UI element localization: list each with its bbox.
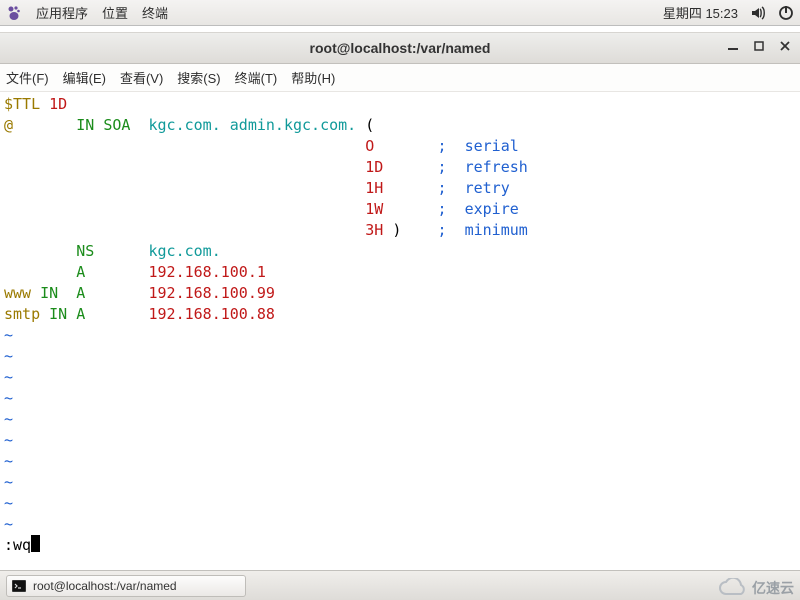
paren-open: (: [365, 116, 374, 134]
origin: @: [4, 116, 13, 134]
vim-tilde: ~: [4, 389, 13, 407]
soa-serial-comment: serial: [465, 137, 519, 155]
soa-serial: O: [365, 137, 374, 155]
menu-file[interactable]: 文件(F): [6, 68, 49, 87]
menu-term[interactable]: 终端(T): [235, 68, 278, 87]
soa-refresh: 1D: [365, 158, 383, 176]
gnome-foot-icon: [6, 5, 22, 21]
rr-www-name: www: [4, 284, 31, 302]
soa-expire-comment: expire: [465, 200, 519, 218]
soa-mname: kgc.com.: [149, 116, 221, 134]
vim-cmd-text: :wq: [4, 536, 31, 554]
menu-search[interactable]: 搜索(S): [177, 68, 220, 87]
volume-icon[interactable]: [750, 5, 766, 21]
menu-places[interactable]: 位置: [102, 3, 128, 22]
semi: ;: [437, 221, 446, 239]
clock[interactable]: 星期四 15:23: [663, 3, 738, 22]
soa-rname: admin.kgc.com.: [230, 116, 356, 134]
rr-smtp-name: smtp: [4, 305, 40, 323]
gnome-top-panel: 应用程序 位置 终端 星期四 15:23: [0, 0, 800, 26]
soa-retry: 1H: [365, 179, 383, 197]
paren-close: ): [392, 221, 401, 239]
menu-applications[interactable]: 应用程序: [36, 3, 88, 22]
rrtype-a: A: [76, 284, 85, 302]
vim-tilde: ~: [4, 347, 13, 365]
taskbar-entry-label: root@localhost:/var/named: [33, 579, 177, 593]
terminal-menubar: 文件(F) 编辑(E) 查看(V) 搜索(S) 终端(T) 帮助(H): [0, 64, 800, 92]
class-in: IN: [40, 284, 58, 302]
soa-retry-comment: retry: [465, 179, 510, 197]
soa-minimum: 3H: [365, 221, 383, 239]
a-www-ip: 192.168.100.99: [149, 284, 275, 302]
menu-terminal[interactable]: 终端: [142, 3, 168, 22]
ttl-value: 1D: [49, 95, 67, 113]
semi: ;: [437, 158, 446, 176]
a-root-ip: 192.168.100.1: [149, 263, 266, 281]
menu-view[interactable]: 查看(V): [120, 68, 163, 87]
soa-refresh-comment: refresh: [465, 158, 528, 176]
vim-tilde: ~: [4, 368, 13, 386]
vim-tilde: ~: [4, 515, 13, 533]
window-titlebar[interactable]: root@localhost:/var/named: [0, 32, 800, 64]
power-icon[interactable]: [778, 5, 794, 21]
soa-expire: 1W: [365, 200, 383, 218]
minimize-button[interactable]: [724, 37, 742, 55]
close-button[interactable]: [776, 37, 794, 55]
rrtype-a: A: [76, 263, 85, 281]
cursor: [31, 535, 40, 552]
taskbar-entry-terminal[interactable]: root@localhost:/var/named: [6, 575, 246, 597]
cloud-icon: [718, 578, 748, 598]
vim-tilde: ~: [4, 473, 13, 491]
vim-tilde: ~: [4, 494, 13, 512]
rrtype-a: A: [76, 305, 85, 323]
class-in: IN: [49, 305, 67, 323]
watermark: 亿速云: [718, 578, 794, 598]
vim-command-line[interactable]: :wq: [4, 535, 40, 556]
window-title: root@localhost:/var/named: [310, 40, 491, 56]
terminal-viewport[interactable]: $TTL 1D @ IN SOA kgc.com. admin.kgc.com.…: [0, 92, 800, 560]
semi: ;: [437, 200, 446, 218]
watermark-text: 亿速云: [752, 578, 794, 598]
vim-tilde: ~: [4, 452, 13, 470]
semi: ;: [437, 179, 446, 197]
class-in: IN: [76, 116, 94, 134]
gnome-taskbar: root@localhost:/var/named 亿速云: [0, 570, 800, 600]
soa-minimum-comment: minimum: [465, 221, 528, 239]
vim-tilde: ~: [4, 410, 13, 428]
menu-edit[interactable]: 编辑(E): [63, 68, 106, 87]
semi: ;: [437, 137, 446, 155]
terminal-icon: [11, 578, 27, 594]
ns-target: kgc.com.: [149, 242, 221, 260]
vim-tilde: ~: [4, 326, 13, 344]
rrtype-soa: SOA: [103, 116, 130, 134]
a-smtp-ip: 192.168.100.88: [149, 305, 275, 323]
vim-tilde: ~: [4, 431, 13, 449]
ttl-directive: $TTL: [4, 95, 40, 113]
menu-help[interactable]: 帮助(H): [291, 68, 335, 87]
maximize-button[interactable]: [750, 37, 768, 55]
rrtype-ns: NS: [76, 242, 94, 260]
